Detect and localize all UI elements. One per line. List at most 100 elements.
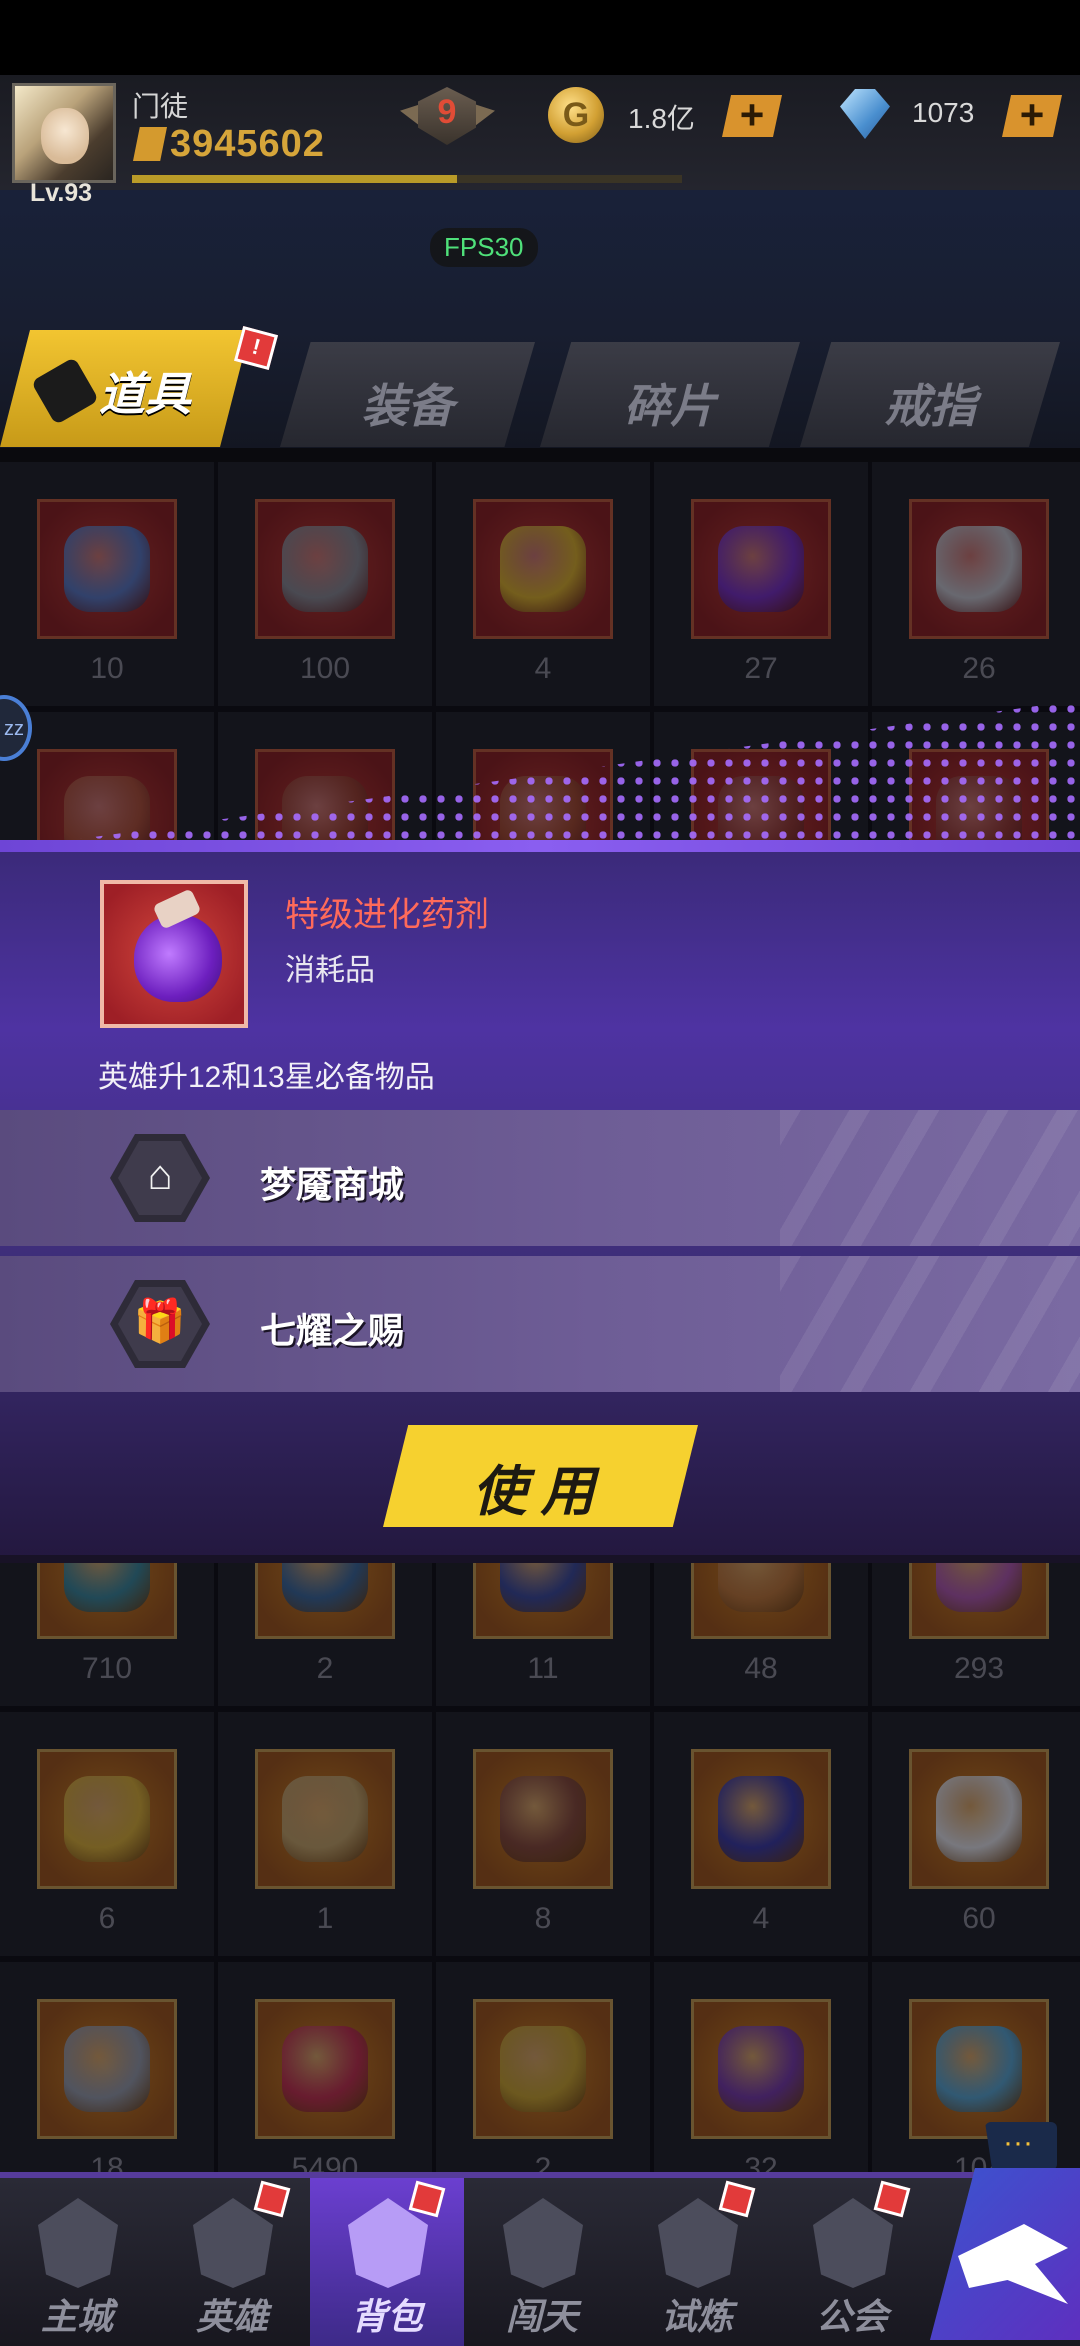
inventory-slot[interactable]: 1 bbox=[218, 1712, 432, 1956]
tab-equipment[interactable]: 装备 bbox=[280, 342, 535, 447]
nav-emblem-icon bbox=[38, 2198, 118, 2288]
item-icon bbox=[500, 2026, 586, 2112]
nav-label: 主城 bbox=[40, 2296, 113, 2337]
inventory-slot[interactable]: 8 bbox=[436, 1712, 650, 1956]
item-icon bbox=[500, 1776, 586, 1862]
tab-items-label: 道具 bbox=[99, 368, 191, 420]
nav-label: 公会 bbox=[815, 2296, 888, 2337]
item-frame bbox=[255, 499, 395, 639]
item-count: 10 bbox=[90, 652, 124, 685]
item-frame bbox=[691, 1999, 831, 2139]
nav-label: 英雄 bbox=[195, 2296, 268, 2337]
xp-bar-fill bbox=[132, 175, 457, 183]
add-gems-button[interactable]: + bbox=[1002, 95, 1062, 137]
item-count: 2 bbox=[316, 1652, 334, 1685]
inventory-slot[interactable]: 26 bbox=[872, 462, 1080, 706]
item-icon bbox=[936, 2026, 1022, 2112]
notification-badge bbox=[718, 2180, 756, 2218]
inventory-slot[interactable]: 60 bbox=[872, 1712, 1080, 1956]
item-frame bbox=[909, 499, 1049, 639]
item-frame bbox=[255, 1749, 395, 1889]
item-icon bbox=[718, 526, 804, 612]
inventory-slot[interactable]: 2 bbox=[436, 1962, 650, 2206]
nav-item[interactable]: 闯天 bbox=[465, 2178, 619, 2346]
item-icon-frame bbox=[100, 880, 248, 1028]
potion-icon bbox=[134, 914, 222, 1002]
power-icon bbox=[133, 127, 167, 161]
nav-item[interactable]: 主城 bbox=[0, 2178, 154, 2346]
nav-item[interactable]: 试炼 bbox=[620, 2178, 774, 2346]
inventory-slot[interactable]: 4 bbox=[436, 462, 650, 706]
item-icon bbox=[282, 526, 368, 612]
shark-logo-icon bbox=[958, 2224, 1068, 2304]
tab-rings-label: 戒指 bbox=[884, 380, 976, 432]
inventory-slot[interactable]: 4 bbox=[654, 1712, 868, 1956]
item-count: 48 bbox=[744, 1652, 778, 1685]
inventory-slot[interactable]: 5490 bbox=[218, 1962, 432, 2206]
chat-icon[interactable]: ··· bbox=[985, 2122, 1057, 2170]
item-icon bbox=[936, 1776, 1022, 1862]
item-count: 6 bbox=[98, 1902, 116, 1935]
add-gold-button[interactable]: + bbox=[722, 95, 782, 137]
tab-items[interactable]: 道具 bbox=[0, 330, 250, 447]
tab-equipment-label: 装备 bbox=[361, 380, 454, 432]
item-frame bbox=[473, 1749, 613, 1889]
item-count: 710 bbox=[81, 1652, 133, 1685]
gold-coin-icon: G bbox=[548, 87, 604, 143]
item-count: 60 bbox=[962, 1902, 996, 1935]
item-frame bbox=[37, 1999, 177, 2139]
player-power: 3945602 bbox=[170, 123, 325, 165]
item-count: 100 bbox=[299, 652, 351, 685]
item-icon bbox=[282, 2026, 368, 2112]
source-decoration bbox=[780, 1110, 1080, 1246]
vip-level: 9 bbox=[437, 93, 457, 131]
shop-icon: ⌂ bbox=[110, 1134, 210, 1222]
item-frame bbox=[37, 1749, 177, 1889]
item-icon bbox=[936, 526, 1022, 612]
notification-badge bbox=[873, 2180, 911, 2218]
nav-emblem-icon bbox=[503, 2198, 583, 2288]
item-icon bbox=[64, 1776, 150, 1862]
notification-badge bbox=[408, 2180, 446, 2218]
tab-rings[interactable]: 戒指 bbox=[800, 342, 1060, 447]
source-nightmare-shop[interactable]: ⌂ 梦魇商城 bbox=[0, 1110, 1080, 1246]
nav-label: 背包 bbox=[350, 2296, 423, 2337]
gold-amount: 1.8亿 bbox=[628, 103, 695, 134]
avatar[interactable] bbox=[12, 83, 116, 183]
item-count: 293 bbox=[953, 1652, 1005, 1685]
item-count: 26 bbox=[962, 652, 996, 685]
player-level: Lv.93 bbox=[30, 179, 93, 207]
nav-item[interactable]: 公会 bbox=[775, 2178, 929, 2346]
inventory-slot[interactable]: 100 bbox=[218, 462, 432, 706]
inventory-slot[interactable]: 6 bbox=[0, 1712, 214, 1956]
inventory-slot[interactable]: 10 bbox=[0, 462, 214, 706]
notification-badge bbox=[253, 2180, 291, 2218]
source-seven-gifts[interactable]: 🎁 七耀之赐 bbox=[0, 1256, 1080, 1392]
item-count: 11 bbox=[527, 1652, 559, 1685]
item-icon bbox=[718, 2026, 804, 2112]
bottom-nav: 主城 英雄 背包 闯天 试炼 公会 bbox=[0, 2172, 1080, 2346]
tab-fragments[interactable]: 碎片 bbox=[540, 342, 800, 447]
nav-item[interactable]: 英雄 bbox=[155, 2178, 309, 2346]
item-frame bbox=[909, 1749, 1049, 1889]
nav-item[interactable]: 背包 bbox=[310, 2178, 464, 2346]
inventory-slot[interactable]: 27 bbox=[654, 462, 868, 706]
item-frame bbox=[255, 1999, 395, 2139]
gem-icon bbox=[840, 89, 890, 139]
use-button[interactable]: 使用 bbox=[383, 1425, 698, 1527]
vip-badge[interactable]: 9 bbox=[400, 85, 495, 147]
popup-top-edge bbox=[0, 840, 1080, 852]
item-count: 8 bbox=[534, 1902, 552, 1935]
tab-divider bbox=[0, 448, 1080, 462]
player-name: 门徒 bbox=[132, 91, 189, 122]
item-count: 1 bbox=[316, 1902, 334, 1935]
status-bar bbox=[0, 0, 1080, 75]
inventory-slot[interactable]: 18 bbox=[0, 1962, 214, 2206]
item-frame bbox=[691, 1749, 831, 1889]
item-type: 消耗品 bbox=[285, 954, 375, 987]
item-icon bbox=[500, 526, 586, 612]
fps-counter: FPS30 bbox=[430, 228, 538, 267]
inventory-slot[interactable]: 32 bbox=[654, 1962, 868, 2206]
item-frame bbox=[691, 499, 831, 639]
popup-bottom-edge bbox=[0, 1555, 1080, 1563]
